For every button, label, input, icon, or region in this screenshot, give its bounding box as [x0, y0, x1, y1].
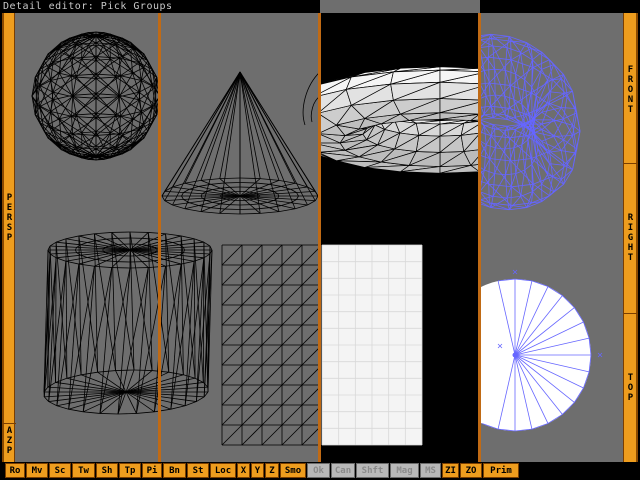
tool-button-loc[interactable]: Loc [210, 463, 236, 478]
tool-button-pi[interactable]: Pi [142, 463, 162, 478]
tool-button-st[interactable]: St [187, 463, 209, 478]
title-bar: Detail editor: Pick Groups [0, 0, 320, 13]
3d-viewport[interactable] [0, 13, 640, 462]
tool-button-prim[interactable]: Prim [483, 463, 519, 478]
tool-button-shft[interactable]: Shft [356, 463, 389, 478]
right-view-label[interactable]: RIGHT [624, 213, 637, 263]
tool-button-mv[interactable]: Mv [26, 463, 48, 478]
tool-button-tp[interactable]: Tp [119, 463, 141, 478]
top-view-label[interactable]: TOP [624, 373, 637, 403]
tool-button-sc[interactable]: Sc [49, 463, 71, 478]
panel-divider[interactable] [318, 13, 321, 462]
tool-button-ok[interactable]: Ok [307, 463, 330, 478]
tool-button-zo[interactable]: ZO [460, 463, 482, 478]
tool-button-zi[interactable]: ZI [442, 463, 459, 478]
tool-button-bn[interactable]: Bn [163, 463, 186, 478]
persp-view-label[interactable]: PERSP [3, 193, 16, 243]
tool-button-ro[interactable]: Ro [5, 463, 25, 478]
tool-button-mag[interactable]: Mag [390, 463, 419, 478]
tool-button-tw[interactable]: Tw [72, 463, 95, 478]
tool-button-y[interactable]: Y [251, 463, 264, 478]
right-view-bar[interactable]: FRONT RIGHT TOP [623, 13, 638, 462]
plane-mesh[interactable] [321, 244, 423, 446]
top-track [320, 0, 480, 13]
front-view-label[interactable]: FRONT [624, 65, 637, 115]
panel-divider[interactable] [158, 13, 161, 462]
panel-divider[interactable] [478, 13, 481, 462]
azp-mode-label[interactable]: AZP [3, 426, 16, 456]
tool-button-ms[interactable]: MS [420, 463, 441, 478]
window-title: Detail editor: Pick Groups [3, 1, 173, 12]
tool-button-x[interactable]: X [237, 463, 250, 478]
tool-button-can[interactable]: Can [331, 463, 355, 478]
tool-button-z[interactable]: Z [265, 463, 279, 478]
tool-button-sh[interactable]: Sh [96, 463, 118, 478]
tool-button-smo[interactable]: Smo [280, 463, 306, 478]
left-view-bar[interactable]: PERSP AZP [2, 13, 16, 462]
tool-bar: Ro Mv Sc Tw Sh Tp Pi Bn St Loc X Y Z Smo Ok Can Shft Mag M… [0, 462, 640, 480]
